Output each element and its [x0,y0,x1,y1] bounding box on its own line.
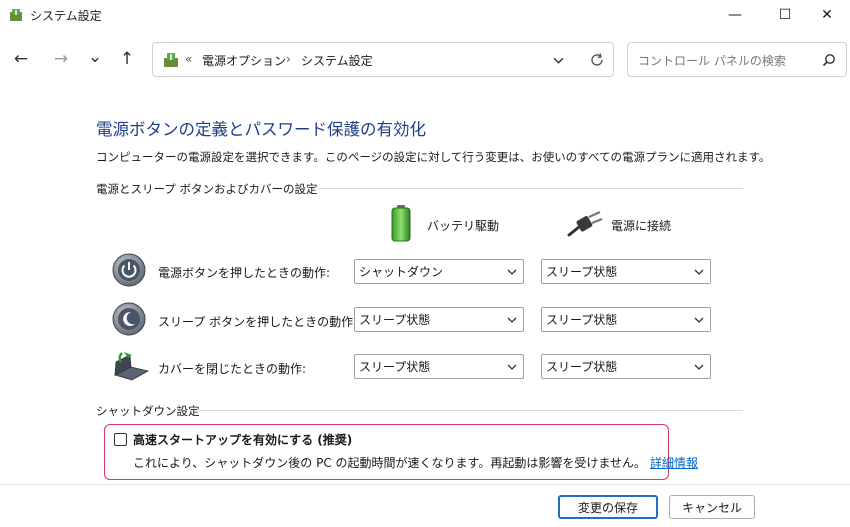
shutdown-section-heading: シャットダウン設定 [96,404,200,418]
power-options-app-icon [10,9,22,21]
breadcrumb-power-options[interactable]: 電源オプション [202,52,286,69]
recent-locations-button[interactable]: ⌄ [82,44,108,70]
power-plug-icon [567,211,603,237]
page-title: 電源ボタンの定義とパスワード保護の有効化 [96,120,426,139]
power-button-action-label: 電源ボタンを押したときの動作: [158,266,331,280]
arrow-right-icon: → [53,49,69,69]
sleep-button-plugged-select[interactable]: スリープ状態 [541,307,711,332]
chevron-down-icon: ⌄ [87,47,103,67]
plugged-in-column-header: 電源に接続 [611,219,672,233]
forward-button[interactable]: → [48,46,74,72]
battery-icon [391,205,411,242]
maximize-icon: ☐ [778,7,792,23]
minimize-icon: — [728,7,742,23]
fast-startup-label[interactable]: 高速スタートアップを有効にする (推奨) [133,431,352,448]
save-changes-button[interactable]: 変更の保存 [558,495,658,519]
arrow-left-icon: ← [13,49,29,69]
fast-startup-description-text: これにより、シャットダウン後の PC の起動時間が速くなります。再起動は影響を受… [133,456,646,470]
cancel-button[interactable]: キャンセル [669,495,755,519]
power-options-icon [164,53,178,67]
close-button[interactable]: ✕ [804,0,850,30]
minimize-button[interactable]: — [712,0,758,30]
address-overflow[interactable]: « [185,52,192,66]
arrow-up-icon: ↑ [119,49,135,69]
breadcrumb-separator-icon: › [286,52,291,66]
fast-startup-description: これにより、シャットダウン後の PC の起動時間が速くなります。再起動は影響を受… [133,454,698,471]
search-icon[interactable] [822,53,836,67]
maximize-button[interactable]: ☐ [762,0,808,30]
search-box[interactable] [627,42,847,77]
power-buttons-section-heading: 電源とスリープ ボタンおよびカバーの設定 [96,182,318,196]
power-button-plugged-select[interactable]: スリープ状態 [541,259,711,284]
lid-close-plugged-select[interactable]: スリープ状態 [541,354,711,379]
back-button[interactable]: ← [8,46,34,72]
laptop-lid-icon [113,352,150,381]
sleep-button-icon [112,302,146,336]
refresh-icon[interactable] [589,52,605,68]
more-info-link[interactable]: 詳細情報 [650,456,698,470]
lid-close-battery-select[interactable]: スリープ状態 [354,354,524,379]
lid-close-action-label: カバーを閉じたときの動作: [158,362,307,376]
battery-column-header: バッテリ駆動 [427,219,500,233]
breadcrumb-system-settings[interactable]: システム設定 [301,52,373,69]
section-divider [318,188,743,189]
address-bar[interactable]: « 電源オプション › システム設定 [152,42,614,77]
fast-startup-checkbox[interactable] [114,433,127,446]
close-icon: ✕ [821,7,833,23]
search-input[interactable] [636,50,820,72]
power-button-icon [112,253,146,287]
title-bar: システム設定 — ☐ ✕ [0,0,850,30]
section-divider [198,410,743,411]
sleep-button-action-label: スリープ ボタンを押したときの動作: [158,315,358,329]
power-button-battery-select[interactable]: シャットダウン [354,259,524,284]
page-description: コンピューターの電源設定を選択できます。このページの設定に対して行う変更は、お使… [96,150,771,164]
address-history-chevron-icon[interactable] [553,55,564,66]
window-title: システム設定 [30,9,102,23]
sleep-button-battery-select[interactable]: スリープ状態 [354,307,524,332]
up-button[interactable]: ↑ [114,46,140,72]
